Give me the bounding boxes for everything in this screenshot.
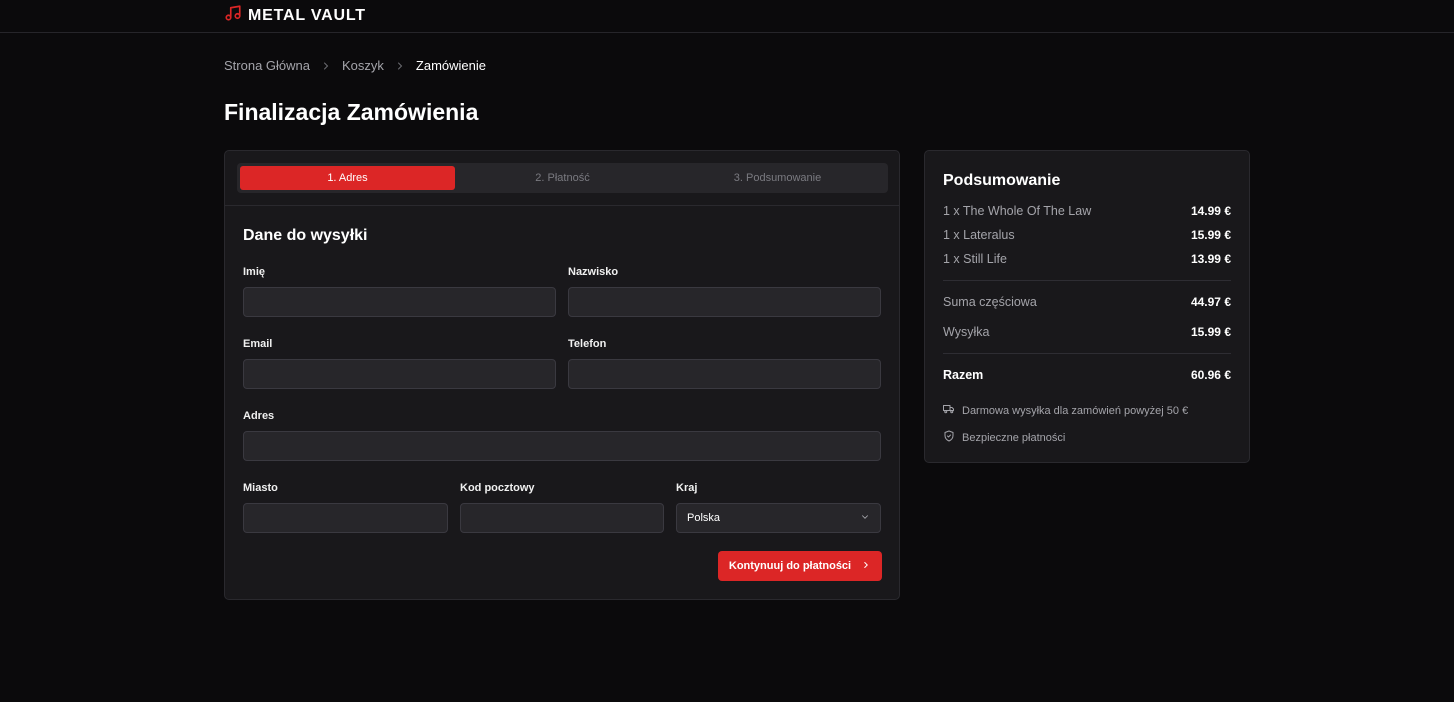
free-shipping-note: Darmowa wysyłka dla zamówień powyżej 50 … [943,403,1188,418]
summary-item-name: 1 x The Whole Of The Law [943,204,1092,218]
last-name-label: Nazwisko [568,266,619,278]
chevron-right-icon [320,60,332,72]
last-name-input[interactable] [568,287,881,317]
continue-to-payment-button[interactable]: Kontynuuj do płatności [718,551,882,581]
step-address[interactable]: 1. Adres [240,166,455,190]
country-select[interactable]: Polska [676,503,881,533]
city-input[interactable] [243,503,448,533]
free-shipping-text: Darmowa wysyłka dla zamówień powyżej 50 … [962,404,1189,417]
first-name-label: Imię [243,266,266,278]
secure-payment-text: Bezpieczne płatności [962,431,1066,444]
divider [943,353,1231,354]
country-label: Kraj [676,482,698,494]
summary-item-name: 1 x Still Life [943,252,1007,266]
total-label: Razem [943,368,984,382]
total-row: Razem 60.96 € [943,368,1231,382]
subtotal-row: Suma częściowa 44.97 € [943,295,1231,309]
summary-item-name: 1 x Lateralus [943,228,1015,242]
subtotal-label: Suma częściowa [943,295,1037,309]
divider [225,205,899,206]
email-label: Email [243,338,273,350]
page-title: Finalizacja Zamówienia [224,99,479,125]
shipping-section-title: Dane do wysyłki [243,227,368,244]
subtotal-value: 44.97 € [1190,295,1231,309]
brand-logo[interactable]: METAL VAULT [224,4,366,27]
address-input[interactable] [243,431,881,461]
phone-label: Telefon [568,338,607,350]
email-input[interactable] [243,359,556,389]
summary-item-price: 13.99 € [1190,252,1231,266]
summary-item-row: 1 x Lateralus 15.99 € [943,228,1231,242]
checkout-form-card: 1. Adres 2. Płatność 3. Podsumowanie Dan… [224,150,900,600]
breadcrumb-cart-link[interactable]: Koszyk [342,58,384,73]
chevron-right-icon [394,60,406,72]
first-name-input[interactable] [243,287,556,317]
continue-button-label: Kontynuuj do płatności [728,560,852,572]
checkout-steps: 1. Adres 2. Płatność 3. Podsumowanie [237,163,888,193]
total-value: 60.96 € [1190,368,1231,382]
top-bar: METAL VAULT [0,0,1454,33]
chevron-right-icon [861,560,871,573]
shipping-row: Wysyłka 15.99 € [943,325,1231,339]
brand-name: METAL VAULT [248,6,366,24]
city-label: Miasto [243,482,278,494]
summary-item-row: 1 x The Whole Of The Law 14.99 € [943,204,1231,218]
step-payment[interactable]: 2. Płatność [455,166,670,190]
shipping-value: 15.99 € [1190,325,1231,339]
summary-title: Podsumowanie [943,172,1061,189]
truck-icon [943,403,955,418]
breadcrumb-home-link[interactable]: Strona Główna [224,58,310,73]
order-summary-card: Podsumowanie 1 x The Whole Of The Law 14… [924,150,1250,463]
music-note-icon [224,4,242,27]
phone-input[interactable] [568,359,881,389]
country-select-value: Polska [687,512,721,524]
summary-item-price: 15.99 € [1190,228,1231,242]
postal-code-label: Kod pocztowy [460,482,535,494]
divider [943,280,1231,281]
postal-code-input[interactable] [460,503,664,533]
summary-item-row: 1 x Still Life 13.99 € [943,252,1231,266]
secure-payment-note: Bezpieczne płatności [943,430,1065,445]
breadcrumb: Strona Główna Koszyk Zamówienie [224,58,486,73]
summary-item-price: 14.99 € [1190,204,1231,218]
chevron-down-icon [860,512,870,525]
address-label: Adres [243,410,275,422]
shipping-label: Wysyłka [943,325,990,339]
step-summary[interactable]: 3. Podsumowanie [670,166,885,190]
shield-icon [943,430,955,445]
breadcrumb-current: Zamówienie [415,58,486,73]
